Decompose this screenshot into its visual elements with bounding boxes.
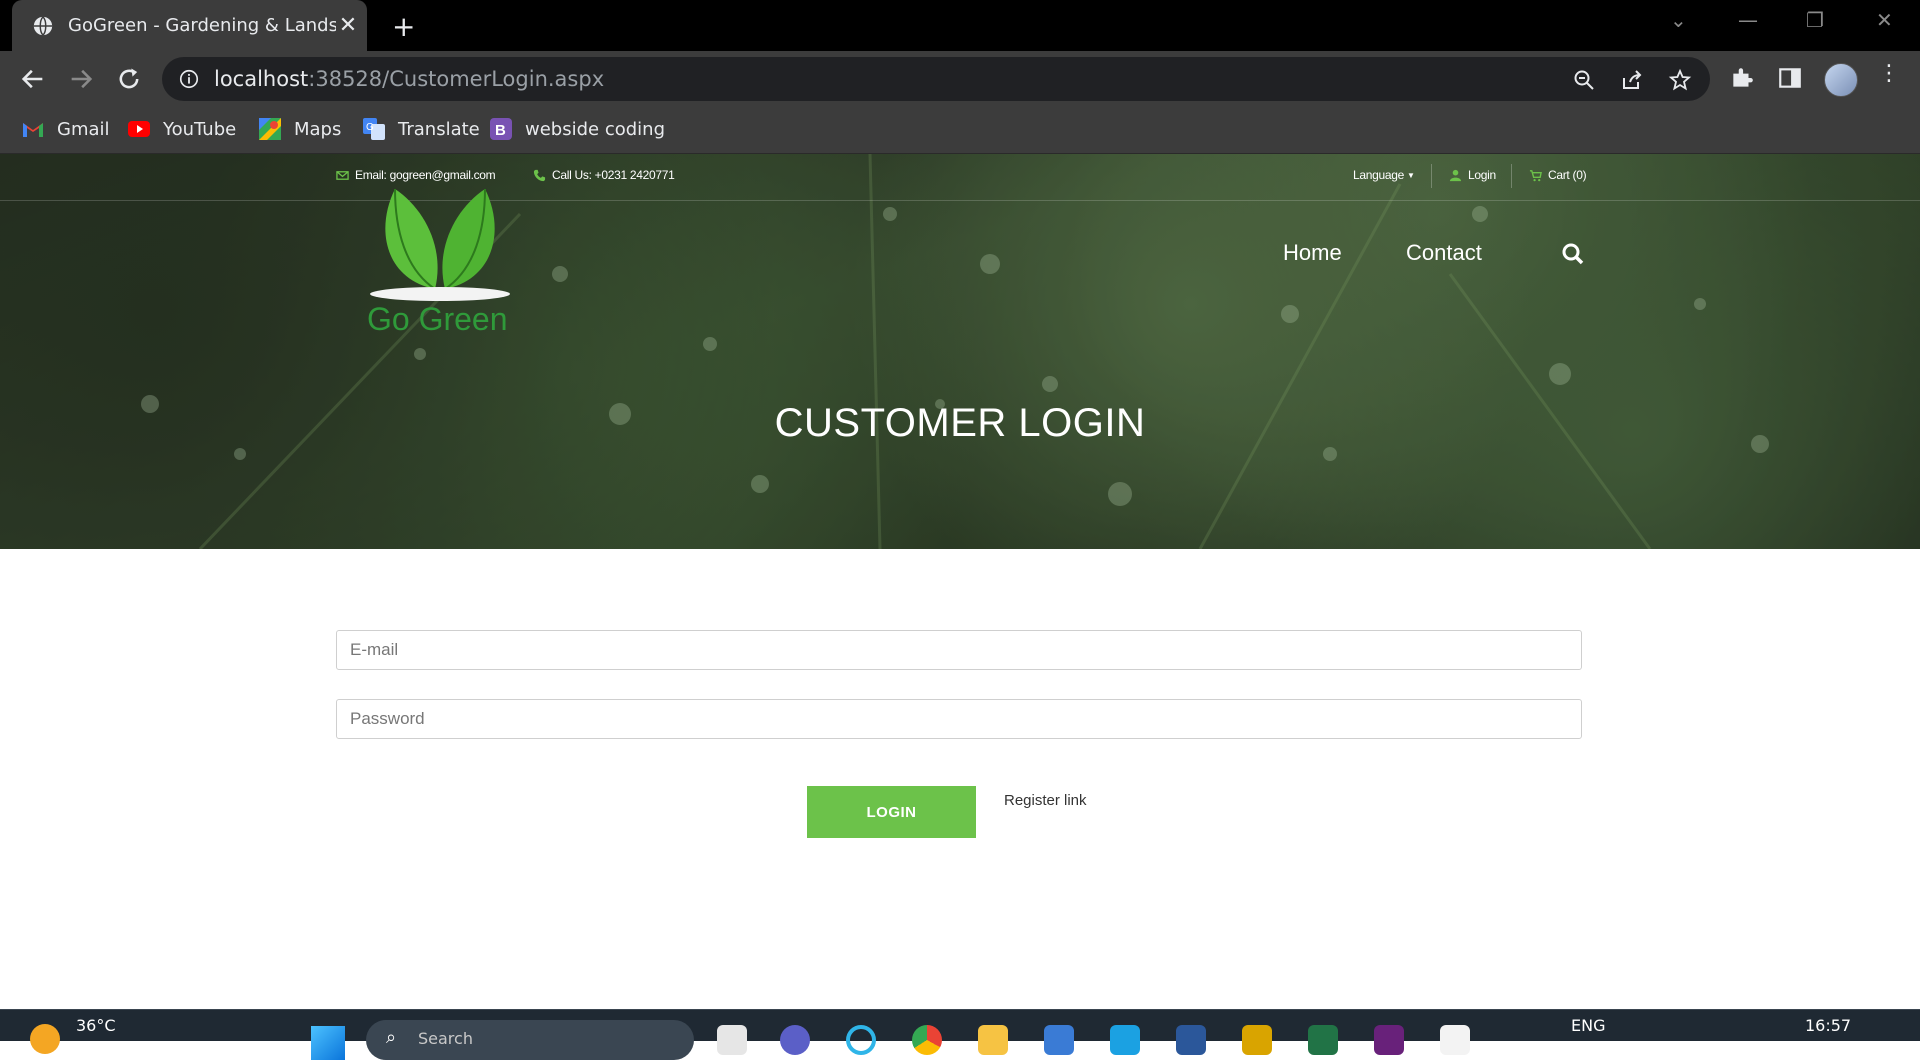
restore-button[interactable]: ❐ [1806,8,1824,32]
address-bar[interactable]: localhost:38528/CustomerLogin.aspx [162,57,1710,101]
excel-icon[interactable] [1308,1025,1338,1055]
cortana-icon[interactable] [846,1025,876,1055]
maps-icon [259,118,281,140]
bookmark-gmail[interactable]: Gmail [22,114,110,144]
url-text: localhost:38528/CustomerLogin.aspx [214,67,605,91]
browser-tab[interactable]: GoGreen - Gardening & Landscaping ✕ [12,0,367,51]
svg-text:G: G [366,122,374,133]
weather-temp[interactable]: 36°C [76,1016,116,1035]
vscode-icon[interactable] [1110,1025,1140,1055]
user-icon [1449,169,1462,181]
share-icon[interactable] [1620,68,1644,92]
phone-icon [533,169,546,181]
close-window-button[interactable]: ✕ [1876,8,1893,32]
weather-sun-icon[interactable] [30,1024,60,1054]
login-link[interactable]: Login [1449,168,1496,182]
browser-toolbar: localhost:38528/CustomerLogin.aspx ⋮ [0,51,1920,106]
forward-icon[interactable] [67,65,95,93]
bookmark-translate[interactable]: G Translate [363,114,480,144]
site-top-bar: Email: gogreen@gmail.com Call Us: +0231 … [0,154,1920,201]
file-explorer-icon[interactable] [978,1025,1008,1055]
hero-banner: Email: gogreen@gmail.com Call Us: +0231 … [0,154,1920,549]
menu-dots-icon[interactable]: ⋮ [1878,61,1904,87]
hero-overlay [0,154,1920,549]
teams-icon[interactable] [780,1025,810,1055]
phone-info: Call Us: +0231 2420771 [533,168,675,182]
task-view-icon[interactable] [717,1025,747,1055]
windows-start-icon[interactable] [311,1026,345,1060]
globe-icon [33,15,53,36]
close-tab-icon[interactable]: ✕ [336,13,360,38]
envelope-icon [336,170,349,180]
info-icon[interactable] [178,68,200,90]
clock[interactable]: 16:57 [1805,1016,1851,1035]
zoom-icon[interactable] [1572,68,1596,92]
taskbar-search-icon: ⌕ [386,1027,397,1048]
reload-icon[interactable] [115,65,143,93]
divider [1511,164,1512,188]
new-tab-button[interactable]: + [392,10,415,43]
search-icon[interactable] [1561,242,1585,266]
register-link[interactable]: Register link [1004,792,1087,809]
windows-taskbar: 36°C ⌕ Search ENG 16:57 [0,1009,1920,1060]
browser-tab-bar: GoGreen - Gardening & Landscaping ✕ + ⌄ … [0,0,1920,51]
cart-icon [1529,169,1542,181]
app-icon[interactable] [1242,1025,1272,1055]
nav-contact[interactable]: Contact [1406,240,1482,266]
caret-down-icon: ▼ [1407,170,1415,180]
tab-search-icon[interactable]: ⌄ [1670,8,1687,32]
cart-link[interactable]: Cart (0) [1529,168,1587,182]
logo-text: Go Green [367,301,508,337]
bookmarks-bar: Gmail YouTube Maps G Translate B webside… [0,106,1920,154]
language-dropdown[interactable]: Language ▼ [1353,168,1415,182]
profile-avatar[interactable] [1824,63,1858,97]
tab-title: GoGreen - Gardening & Landscaping [68,15,336,36]
page-title: CUSTOMER LOGIN [774,401,1146,445]
back-icon[interactable] [19,65,47,93]
login-button[interactable]: LOGIN [807,786,976,838]
store-icon[interactable] [1044,1025,1074,1055]
svg-text:B: B [495,122,506,139]
bootstrap-icon: B [490,118,512,140]
translate-icon: G [363,118,385,140]
chrome-icon[interactable] [912,1025,942,1055]
password-field[interactable] [336,699,1582,739]
word-icon[interactable] [1176,1025,1206,1055]
bookmark-star-icon[interactable] [1668,68,1692,92]
paint-icon[interactable] [1440,1025,1470,1055]
nav-home[interactable]: Home [1283,240,1342,266]
gmail-icon [22,118,44,140]
youtube-icon [128,118,150,140]
bookmark-webside-coding[interactable]: B webside coding [490,114,665,144]
bookmark-youtube[interactable]: YouTube [128,114,236,144]
taskbar-search-box[interactable]: ⌕ Search [366,1020,694,1060]
side-panel-icon[interactable] [1777,65,1803,91]
divider [1431,164,1432,188]
bookmark-maps[interactable]: Maps [259,114,341,144]
input-language[interactable]: ENG [1571,1016,1605,1035]
visual-studio-icon[interactable] [1374,1025,1404,1055]
extensions-icon[interactable] [1729,65,1755,91]
email-field[interactable] [336,630,1582,670]
minimize-button[interactable]: — [1738,8,1758,32]
